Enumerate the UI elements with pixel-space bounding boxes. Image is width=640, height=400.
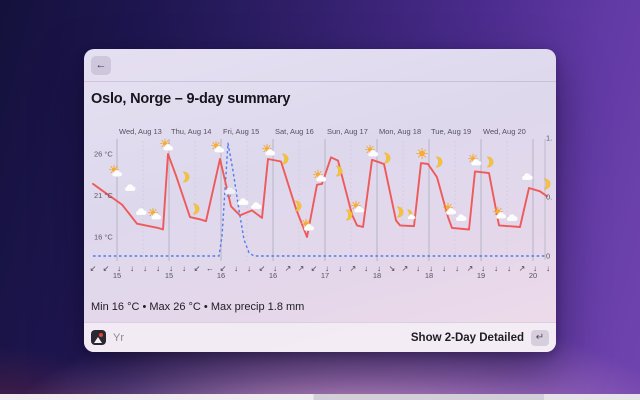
wind-arrow-icon: ↗	[402, 264, 409, 273]
day-label: Fri, Aug 15	[223, 127, 259, 136]
weather-icon-sun-cloud	[148, 207, 162, 220]
weather-icon-cloud	[250, 201, 263, 210]
wind-arrow-icon: ↗	[285, 264, 292, 273]
desktop-taskbar-sliver	[0, 394, 640, 400]
weather-icon-moon	[435, 156, 443, 168]
return-glyph: ↵	[535, 332, 545, 343]
day-label: Sat, Aug 16	[275, 127, 314, 136]
left-axis-tick: 21 °C	[94, 191, 113, 200]
right-axis-tick: 1.	[546, 134, 552, 143]
wind-arrow-icon: ↓	[455, 264, 459, 273]
left-axis-tick: 26 °C	[94, 150, 113, 159]
wind-arrow-icon: ↓	[234, 264, 238, 273]
weather-icon-cloud	[521, 172, 534, 181]
weather-icon-moon	[281, 153, 289, 165]
left-axis-tick: 16 °C	[94, 233, 113, 242]
wind-arrow-icon: ↓	[442, 264, 446, 273]
enter-key-icon[interactable]: ↵	[531, 329, 549, 346]
wind-arrow-icon: ↙	[194, 264, 201, 273]
day-label: Mon, Aug 18	[379, 127, 421, 136]
wind-axis-label: 18	[425, 271, 433, 280]
wind-arrow-icon: ↙	[259, 264, 266, 273]
wind-arrow-icon: ↓	[507, 264, 511, 273]
weather-icon-moon	[383, 152, 391, 164]
mountain-glyph	[94, 337, 102, 343]
weather-icon-sun-cloud	[109, 164, 123, 177]
wind-arrow-icon: ↓	[247, 264, 251, 273]
wind-axis-label: 17	[321, 271, 329, 280]
wind-arrow-icon: ↓	[416, 264, 420, 273]
day-label: Wed, Aug 13	[119, 127, 162, 136]
wind-arrow-icon: ↙	[90, 264, 97, 273]
day-label: Thu, Aug 14	[171, 127, 211, 136]
weather-icon-moon	[396, 206, 404, 218]
weather-icon-cloud	[506, 213, 519, 222]
show-2-day-detailed-action[interactable]: Show 2-Day Detailed	[411, 332, 524, 344]
summary-stats: Min 16 °C • Max 26 °C • Max precip 1.8 m…	[91, 301, 305, 313]
wind-arrow-icon: ↗	[350, 264, 357, 273]
app-name-label: Yr	[113, 331, 124, 344]
weather-icon-moon	[192, 203, 200, 215]
wind-arrow-icon: ↗	[467, 264, 474, 273]
weather-app-window: ← Oslo, Norge – 9-day summary Wed, Aug 1…	[84, 49, 556, 352]
wind-arrow-icon: ↓	[182, 264, 186, 273]
wind-arrow-icon: ↓	[494, 264, 498, 273]
day-label: Wed, Aug 20	[483, 127, 526, 136]
weather-icon-moon-cloud	[406, 209, 416, 220]
wind-axis-label: 18	[373, 271, 381, 280]
wind-arrow-icon: ↓	[130, 264, 134, 273]
wind-arrow-icon: ↙	[103, 264, 110, 273]
wind-arrow-icon: ↓	[364, 264, 368, 273]
wind-axis-label: 15	[165, 271, 173, 280]
wind-axis-label: 15	[113, 271, 121, 280]
wind-axis-label: 19	[477, 271, 485, 280]
weather-icon-sun-cloud	[351, 200, 365, 213]
day-label: Tue, Aug 19	[431, 127, 471, 136]
wind-axis-label: 16	[217, 271, 225, 280]
weather-icon-cloud	[455, 213, 468, 222]
weather-icon-sun-cloud	[211, 140, 225, 153]
wind-arrow-icon: ↓	[143, 264, 147, 273]
day-label: Sun, Aug 17	[327, 127, 368, 136]
wind-arrow-icon: ↗	[519, 264, 526, 273]
yr-app-icon	[91, 330, 106, 345]
red-sun-glyph	[99, 332, 103, 337]
wind-axis-label: 16	[269, 271, 277, 280]
weather-icon-sun-cloud	[160, 138, 174, 151]
wind-arrow-icon: ↗	[298, 264, 305, 273]
wind-axis-label: 20	[529, 271, 537, 280]
right-axis-tick: 0	[546, 252, 550, 261]
wind-arrow-icon: ↓	[546, 264, 550, 273]
wind-arrow-icon: ←	[206, 264, 214, 273]
temperature-line	[92, 153, 548, 238]
weather-icon-cloud	[124, 183, 137, 192]
weather-icon-cloud	[135, 207, 148, 216]
action-bar: Yr Show 2-Day Detailed ↵	[84, 322, 556, 352]
right-axis-tick: 0.	[546, 193, 552, 202]
wind-arrow-icon: ↓	[338, 264, 342, 273]
weather-icon-sun-cloud	[493, 206, 507, 219]
wind-arrow-icon: ↘	[389, 264, 396, 273]
wind-arrow-icon: ↙	[311, 264, 318, 273]
weather-icon-moon	[486, 156, 494, 168]
weather-icon-sun-cloud	[468, 153, 482, 166]
weather-icon-sun	[416, 147, 428, 160]
weather-icon-moon	[182, 171, 190, 183]
wind-arrow-icon: ↓	[156, 264, 160, 273]
